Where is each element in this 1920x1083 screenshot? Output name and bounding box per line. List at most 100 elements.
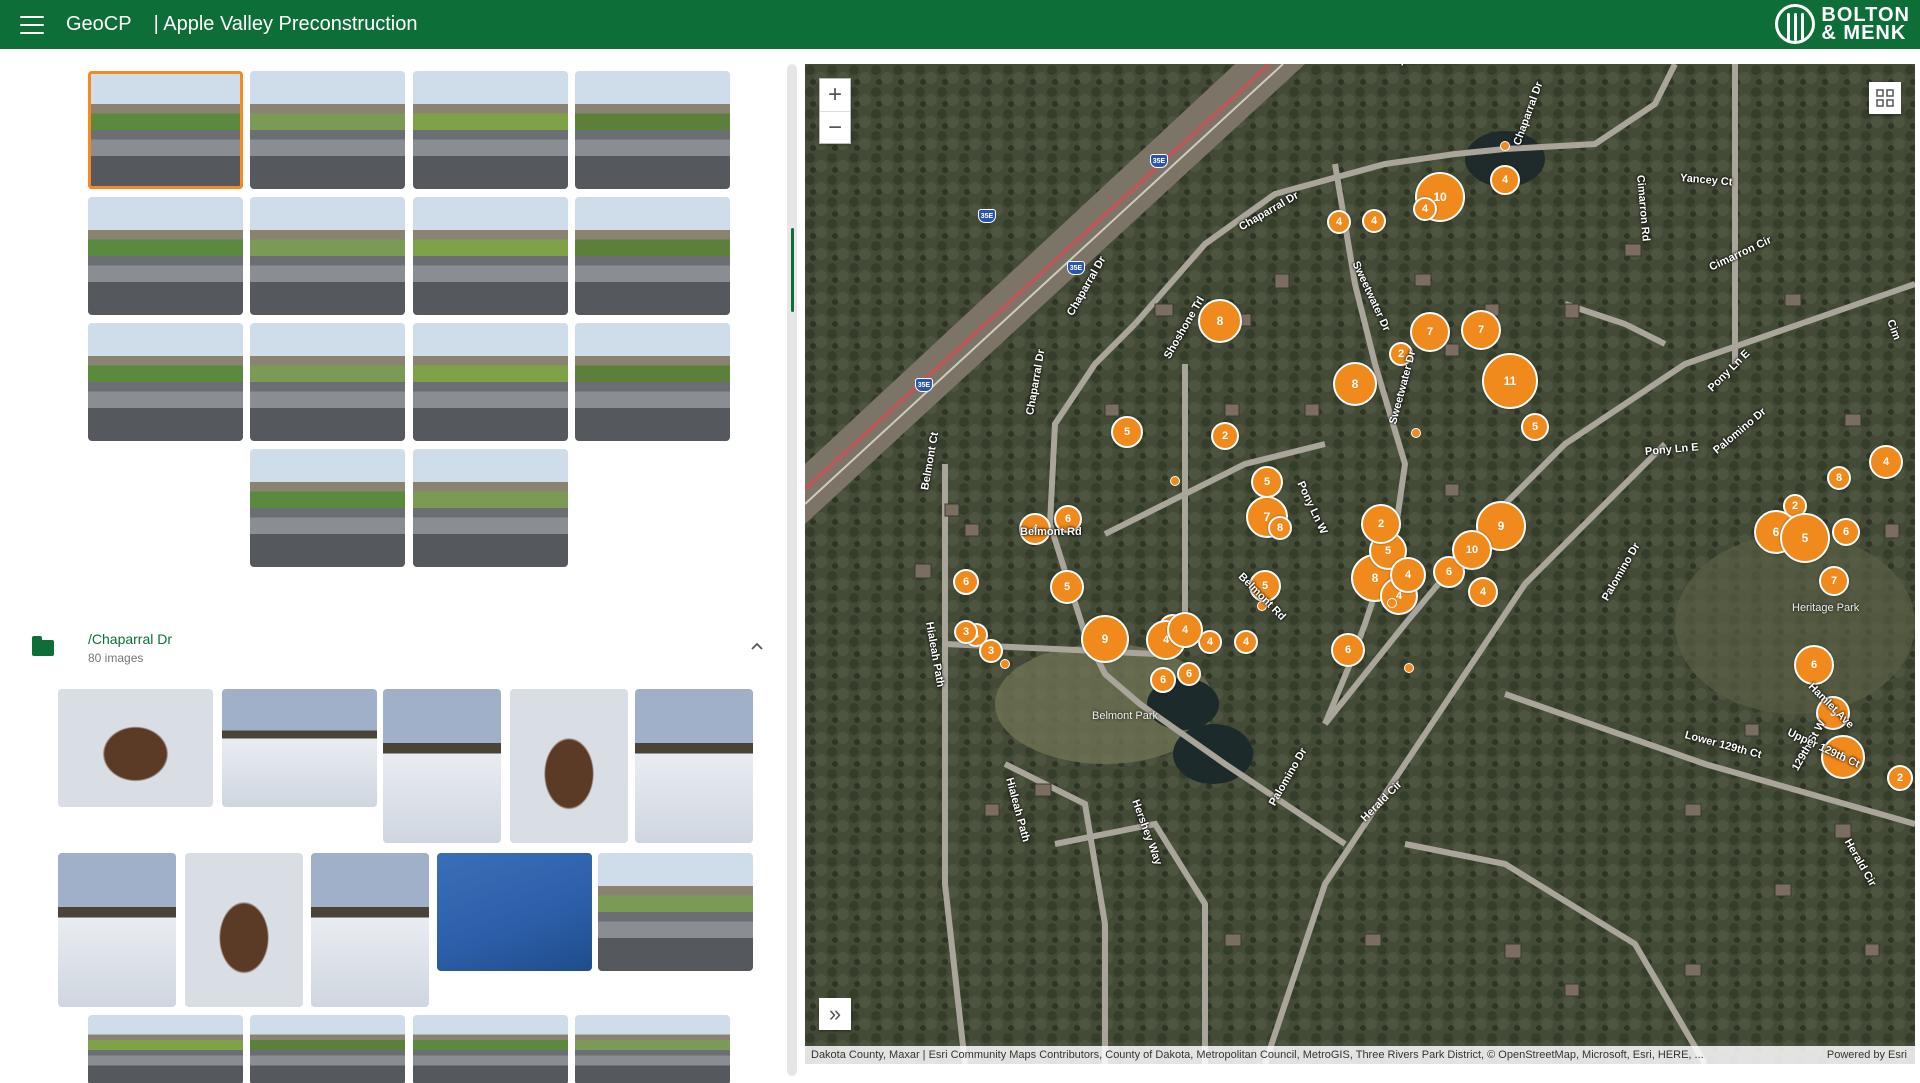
map-cluster-marker[interactable]: 3 [954,620,978,644]
map-cluster-marker[interactable]: 4 [1413,197,1437,221]
photo-thumbnail[interactable] [437,853,592,971]
photo-thumbnail[interactable] [510,689,628,843]
map-cluster-marker[interactable]: 6 [953,569,979,595]
map-cluster-marker[interactable]: 8 [1333,362,1377,406]
powered-by-esri[interactable]: Powered by Esri [1827,1046,1907,1064]
photo-thumbnail[interactable] [88,1015,243,1083]
photo-thumbnail[interactable] [58,853,176,1007]
photo-thumbnail[interactable] [88,323,243,441]
map-cluster-marker[interactable]: 5 [1050,570,1084,604]
map-cluster-marker[interactable]: 2 [1211,422,1239,450]
map-cluster-marker[interactable]: 6 [1331,633,1365,667]
photo-thumbnail[interactable] [250,323,405,441]
photo-thumbnail[interactable] [413,1015,568,1083]
brand-mark-icon [1775,4,1816,44]
photo-thumbnail[interactable] [575,1015,730,1083]
map-cluster-marker[interactable]: 4 [1490,165,1520,195]
street-label: Belmont Rd [1020,526,1082,538]
map-cluster-marker[interactable]: 4 [1869,445,1903,479]
zoom-out-button[interactable]: − [820,111,850,143]
double-chevron-right-icon[interactable]: » [819,998,851,1030]
map-point-marker[interactable] [1000,659,1010,669]
map-cluster-marker[interactable]: 6 [1794,645,1834,685]
app-name[interactable]: GeoCP [66,13,132,36]
photo-thumbnail[interactable] [250,197,405,315]
map-cluster-marker[interactable]: 3 [979,639,1003,663]
map-point-marker[interactable] [1500,141,1510,151]
photo-thumbnail[interactable] [413,323,568,441]
map-cluster-marker[interactable]: 10 [1452,530,1492,570]
map-cluster-marker[interactable]: 4 [1390,557,1426,593]
map-view[interactable]: 1044448772118552645244575943369768422656… [805,64,1915,1064]
map-cluster-marker[interactable]: 4 [1167,612,1203,648]
photo-thumbnail[interactable] [383,689,501,843]
map-cluster-marker[interactable]: 8 [1198,299,1242,343]
place-label: Heritage Park [1792,602,1860,614]
map-cluster-marker[interactable]: 5 [1251,466,1283,498]
map-point-marker[interactable] [1170,476,1180,486]
map-cluster-marker[interactable]: 7 [1461,310,1501,350]
photo-thumbnail[interactable] [598,853,753,971]
map-cluster-marker[interactable]: 2 [1887,765,1913,791]
photo-thumbnail[interactable] [250,71,405,189]
map-point-marker[interactable] [1411,428,1421,438]
photo-thumbnail[interactable] [575,71,730,189]
map-point-marker[interactable] [1387,598,1397,608]
photo-thumbnail[interactable] [58,689,213,807]
photo-gallery-panel: /Chaparral Dr 80 images [0,49,790,1083]
photo-thumbnail[interactable] [250,1015,405,1083]
map-cluster-marker[interactable]: 7 [1819,566,1849,596]
place-label: Belmont Park [1092,710,1159,722]
map-cluster-marker[interactable]: 4 [1234,630,1258,654]
zoom-control: + − [819,78,851,144]
qr-code-icon[interactable] [1869,82,1901,114]
street-label: Chaparral Park [1380,64,1458,66]
project-title: | Apple Valley Preconstruction [153,13,418,35]
photo-thumbnail[interactable] [88,71,243,189]
photo-thumbnail[interactable] [250,449,405,567]
photo-thumbnail[interactable] [413,197,568,315]
map-cluster-marker[interactable]: 4 [1468,577,1498,607]
map-attribution: Dakota County, Maxar | Esri Community Ma… [805,1046,1915,1064]
map-cluster-marker[interactable]: 5 [1111,416,1143,448]
map-cluster-marker[interactable]: 7 [1410,312,1450,352]
map-cluster-marker[interactable]: 8 [1827,466,1851,490]
map-cluster-marker[interactable]: 6 [1177,662,1201,686]
photo-thumbnail[interactable] [413,71,568,189]
interstate-shield-icon: 35E [1150,154,1168,168]
map-cluster-marker[interactable]: 11 [1482,353,1538,409]
map-point-marker[interactable] [1404,663,1414,673]
map-cluster-marker[interactable]: 5 [1521,413,1549,441]
folder-image-count: 80 images [88,651,144,665]
folder-icon [32,636,54,656]
photo-thumbnail[interactable] [635,689,753,843]
brand-logo: BOLTON & MENK [1775,4,1910,44]
map-cluster-marker[interactable]: 6 [1150,667,1176,693]
map-cluster-marker[interactable]: 2 [1361,504,1401,544]
interstate-shield-icon: 35E [978,209,996,223]
interstate-shield-icon: 35E [915,378,933,392]
photo-thumbnail[interactable] [413,449,568,567]
gallery-scrollbar[interactable] [787,64,797,1076]
brand-line-2: & MENK [1821,22,1907,44]
interstate-shield-icon: 35E [1067,261,1085,275]
attribution-text: Dakota County, Maxar | Esri Community Ma… [811,1049,1704,1061]
map-cluster-marker[interactable]: 9 [1081,615,1129,663]
folder-name[interactable]: /Chaparral Dr [88,631,172,647]
map-cluster-marker[interactable]: 8 [1268,516,1292,540]
photo-thumbnail[interactable] [222,689,377,807]
photo-thumbnail[interactable] [575,323,730,441]
zoom-in-button[interactable]: + [820,79,850,111]
gallery-scrollbar-thumb[interactable] [791,228,794,312]
map-cluster-marker[interactable]: 4 [1362,209,1386,233]
map-cluster-marker[interactable]: 6 [1832,518,1860,546]
hamburger-menu-icon[interactable] [20,15,44,34]
map-cluster-marker[interactable]: 5 [1780,513,1830,563]
chevron-up-icon[interactable] [750,639,764,653]
photo-thumbnail[interactable] [311,853,429,1007]
photo-thumbnail[interactable] [88,197,243,315]
photo-thumbnail[interactable] [575,197,730,315]
top-bar: GeoCP | Apple Valley Preconstruction BOL… [0,0,1920,49]
map-cluster-marker[interactable]: 4 [1327,210,1351,234]
photo-thumbnail[interactable] [185,853,303,1007]
